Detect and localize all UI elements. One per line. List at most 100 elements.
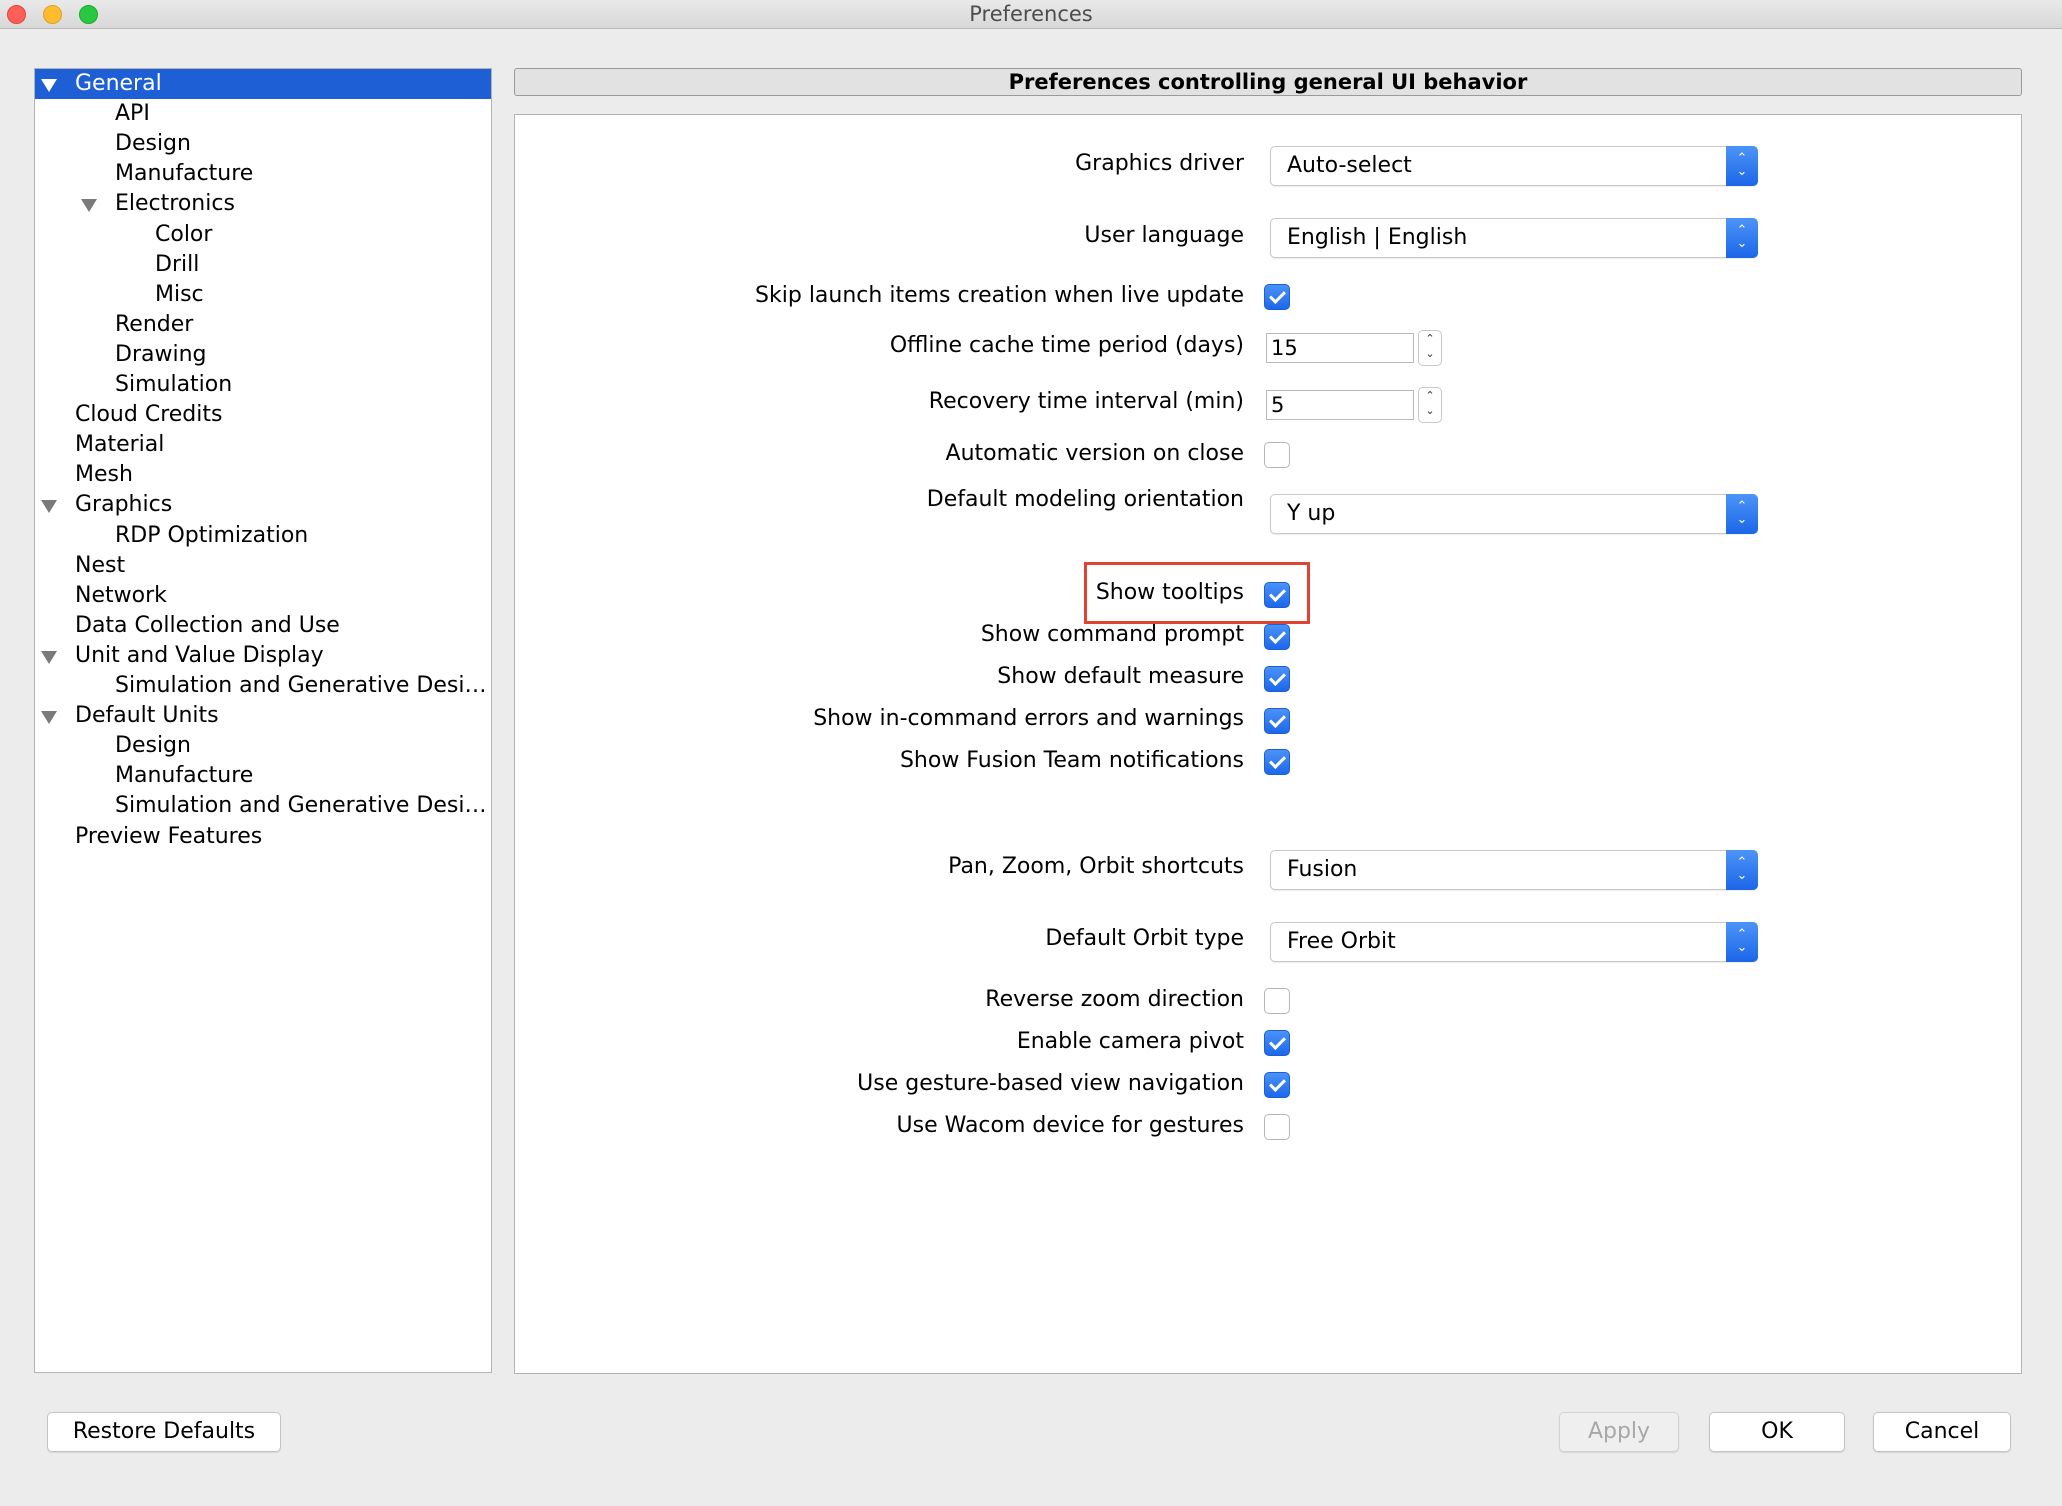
tree-item[interactable]: Mesh <box>35 460 491 490</box>
show-tooltips-checkbox[interactable] <box>1264 582 1290 608</box>
tree-item-label: Simulation and Generative Desi… <box>115 793 487 819</box>
tree-item[interactable]: Unit and Value Display <box>35 641 491 671</box>
tree-item[interactable]: Nest <box>35 551 491 581</box>
cancel-button[interactable]: Cancel <box>1873 1412 2011 1452</box>
tree-item[interactable]: Simulation <box>35 370 491 400</box>
tree-item[interactable]: RDP Optimization <box>35 521 491 551</box>
preferences-tree: General API Design Manufacture Electronics Co… <box>34 68 492 1373</box>
tree-item[interactable]: Electronics <box>35 189 491 219</box>
show-team-notifications-label: Show Fusion Team notifications <box>899 748 1244 773</box>
camera-pivot-checkbox[interactable] <box>1264 1030 1290 1056</box>
window-title: Preferences <box>969 2 1093 26</box>
user-language-value: English | English <box>1287 225 1468 250</box>
tree-item-label: Simulation <box>115 372 233 397</box>
reverse-zoom-label: Reverse zoom direction <box>985 987 1244 1012</box>
show-team-notifications-checkbox[interactable] <box>1264 749 1290 775</box>
tree-item[interactable]: Graphics <box>35 490 491 520</box>
tree-item[interactable]: Network <box>35 581 491 611</box>
restore-defaults-button[interactable]: Restore Defaults <box>47 1412 281 1452</box>
tree-item[interactable]: Manufacture <box>35 159 491 189</box>
user-language-label: User language <box>1084 223 1244 248</box>
disclosure-triangle-icon[interactable] <box>81 199 97 213</box>
user-language-select[interactable]: English | English ⌃ ⌄ <box>1270 218 1758 258</box>
tree-item[interactable]: Data Collection and Use <box>35 611 491 641</box>
show-command-prompt-checkbox[interactable] <box>1264 624 1290 650</box>
tree-item[interactable]: Drill <box>35 250 491 280</box>
tree-item[interactable]: Drawing <box>35 340 491 370</box>
camera-pivot-label: Enable camera pivot <box>1016 1029 1244 1054</box>
tree-item[interactable]: Color <box>35 220 491 250</box>
reverse-zoom-checkbox[interactable] <box>1264 988 1290 1014</box>
disclosure-triangle-icon[interactable] <box>41 500 57 514</box>
tree-item-label: Graphics <box>75 492 173 518</box>
tree-item[interactable]: Design <box>35 129 491 159</box>
recovery-interval-label: Recovery time interval (min) <box>928 389 1244 414</box>
orbit-type-value: Free Orbit <box>1287 929 1396 954</box>
auto-version-label: Automatic version on close <box>945 441 1244 466</box>
tree-item[interactable]: General <box>35 69 491 99</box>
tree-item-label: Render <box>115 311 194 337</box>
tree-item[interactable]: Render <box>35 310 491 340</box>
auto-version-checkbox[interactable] <box>1264 442 1290 468</box>
tree-item[interactable]: Default Units <box>35 701 491 731</box>
modeling-orientation-select[interactable]: Y up ⌃ ⌄ <box>1270 494 1758 534</box>
orbit-type-select[interactable]: Free Orbit ⌃ ⌄ <box>1270 922 1758 962</box>
tree-item[interactable]: Preview Features <box>35 822 491 852</box>
offline-cache-stepper[interactable]: ⌃ ⌄ <box>1418 330 1442 366</box>
gesture-nav-label: Use gesture-based view navigation <box>857 1071 1244 1096</box>
show-default-measure-checkbox[interactable] <box>1264 666 1290 692</box>
pan-zoom-orbit-select[interactable]: Fusion ⌃ ⌄ <box>1270 850 1758 890</box>
ok-button[interactable]: OK <box>1709 1412 1845 1452</box>
tree-item-label: Preview Features <box>75 823 263 849</box>
tree-item-label: Material <box>75 432 165 458</box>
gesture-nav-checkbox[interactable] <box>1264 1072 1290 1098</box>
show-errors-label: Show in-command errors and warnings <box>813 706 1244 731</box>
tree-item-label: API <box>115 101 150 127</box>
tree-item-label: Drill <box>155 251 200 277</box>
tree-item-label: Color <box>155 221 213 247</box>
offline-cache-input[interactable]: 15 <box>1266 333 1414 363</box>
tree-item[interactable]: Material <box>35 430 491 460</box>
disclosure-triangle-icon[interactable] <box>41 711 57 725</box>
show-command-prompt-label: Show command prompt <box>980 622 1244 647</box>
wacom-checkbox[interactable] <box>1264 1114 1290 1140</box>
tree-item[interactable]: Design <box>35 731 491 761</box>
skip-launch-checkbox[interactable] <box>1264 284 1290 310</box>
orbit-type-label: Default Orbit type <box>1045 926 1244 951</box>
tree-item[interactable]: Simulation and Generative Desi… <box>35 791 491 821</box>
tree-item-label: Mesh <box>75 462 133 488</box>
tree-item[interactable]: API <box>35 99 491 129</box>
modeling-orientation-label: Default modeling orientation <box>926 487 1244 512</box>
graphics-driver-label: Graphics driver <box>1075 151 1244 176</box>
offline-cache-label: Offline cache time period (days) <box>889 333 1244 358</box>
tree-item[interactable]: Simulation and Generative Desi… <box>35 671 491 701</box>
title-bar: Preferences <box>0 0 2062 29</box>
tree-item-label: Data Collection and Use <box>75 612 340 638</box>
show-default-measure-label: Show default measure <box>997 664 1244 689</box>
recovery-interval-stepper[interactable]: ⌃ ⌄ <box>1418 387 1442 423</box>
tree-item[interactable]: Misc <box>35 280 491 310</box>
tree-item[interactable]: Cloud Credits <box>35 400 491 430</box>
tree-item-label: RDP Optimization <box>115 522 309 548</box>
pan-zoom-orbit-label: Pan, Zoom, Orbit shortcuts <box>948 854 1244 879</box>
tree-item-label: Electronics <box>115 191 235 217</box>
disclosure-triangle-icon[interactable] <box>41 79 57 92</box>
up-down-arrows-icon: ⌃ ⌄ <box>1726 218 1758 258</box>
skip-launch-label: Skip launch items creation when live upd… <box>755 283 1244 308</box>
up-down-arrows-icon: ⌃ ⌄ <box>1726 850 1758 890</box>
tree-item-label: Drawing <box>115 341 207 367</box>
tree-item-label: Cloud Credits <box>75 402 223 428</box>
tree-item[interactable]: Manufacture <box>35 761 491 791</box>
panel-header: Preferences controlling general UI behav… <box>514 68 2022 96</box>
tree-item-label: Simulation and Generative Desi… <box>115 673 487 698</box>
tree-item-label: Nest <box>75 552 126 578</box>
apply-button[interactable]: Apply <box>1559 1412 1679 1452</box>
disclosure-triangle-icon[interactable] <box>41 650 57 664</box>
tree-item-label: Manufacture <box>115 763 254 789</box>
graphics-driver-select[interactable]: Auto-select ⌃ ⌄ <box>1270 146 1758 186</box>
show-errors-checkbox[interactable] <box>1264 708 1290 734</box>
recovery-interval-input[interactable]: 5 <box>1266 390 1414 420</box>
tree-item-label: Network <box>75 582 167 608</box>
tree-item-label: Design <box>115 733 191 759</box>
tree-item-label: Default Units <box>75 703 219 729</box>
